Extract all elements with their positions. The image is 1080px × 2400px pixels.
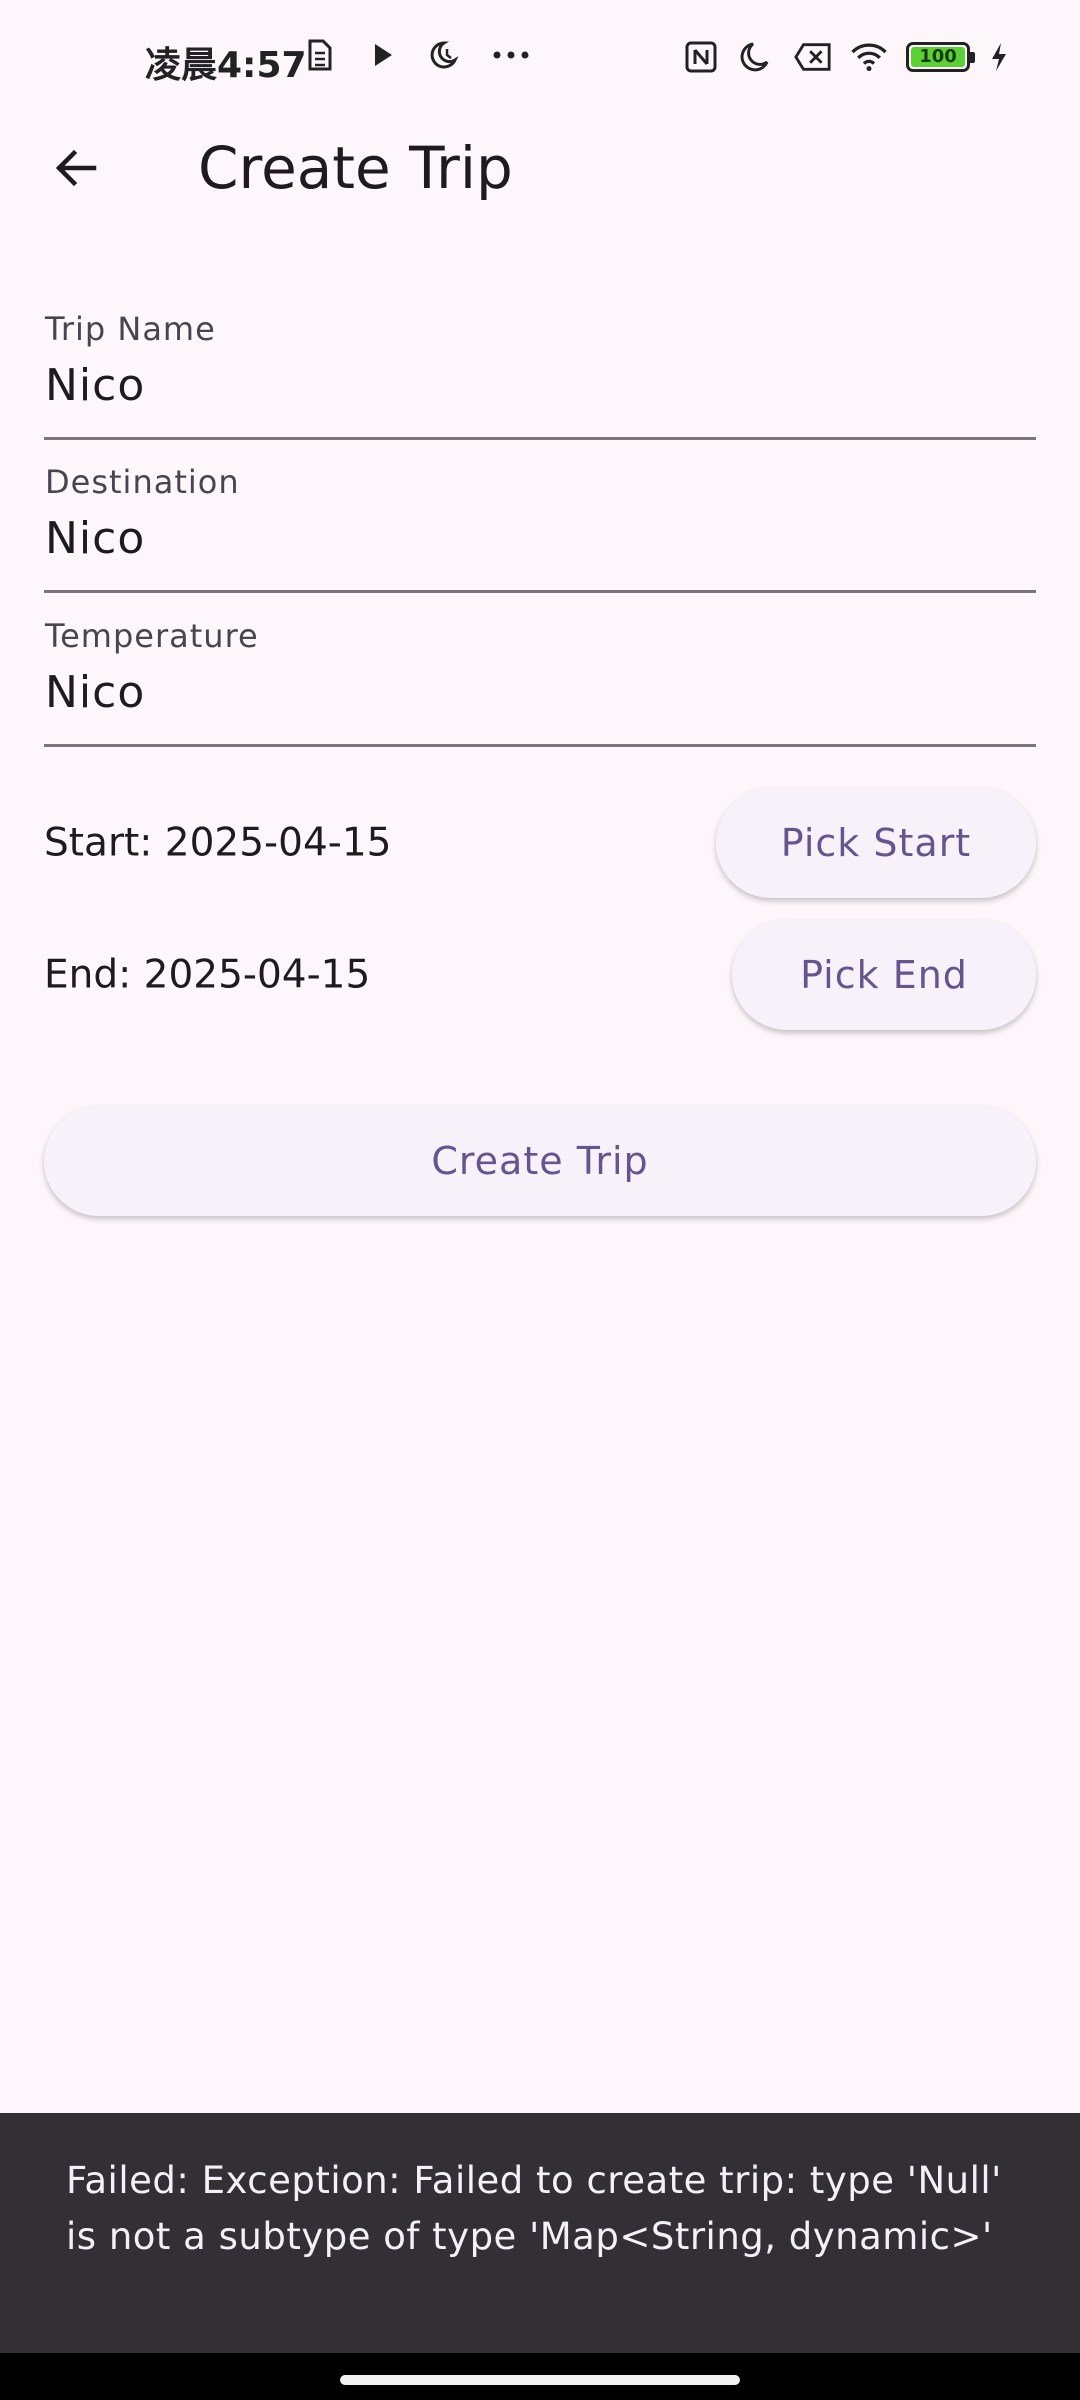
trip-name-value[interactable]: Nico (45, 360, 145, 411)
page-title: Create Trip (198, 134, 513, 202)
battery-icon: 100 (906, 42, 975, 72)
moon-clock-icon (428, 36, 466, 74)
status-right-icons: 100 (682, 38, 1010, 76)
wifi-icon (850, 38, 888, 76)
status-bar: 凌晨4:57 100 (0, 0, 1080, 120)
arrow-left-icon (52, 144, 100, 196)
back-button[interactable] (40, 134, 112, 206)
start-date-text: Start: 2025-04-15 (44, 820, 392, 866)
sim-icon (300, 36, 338, 74)
status-time: 凌晨4:57 (145, 45, 307, 86)
trip-name-field[interactable]: Trip Name Nico (44, 310, 1036, 440)
play-icon (364, 36, 402, 74)
app-bar: Create Trip (0, 120, 1080, 216)
pick-end-button[interactable]: Pick End (732, 920, 1036, 1030)
error-snackbar: Failed: Exception: Failed to create trip… (0, 2113, 1080, 2353)
destination-field[interactable]: Destination Nico (44, 463, 1036, 593)
more-dots-icon (492, 36, 530, 74)
battery-tip (970, 52, 975, 63)
status-left-icons (300, 36, 530, 74)
temperature-value[interactable]: Nico (45, 667, 145, 718)
destination-value[interactable]: Nico (45, 513, 145, 564)
nfc-icon (682, 38, 720, 76)
charging-icon (988, 38, 1010, 76)
navigation-bar (0, 2353, 1080, 2400)
end-date-row: End: 2025-04-15 Pick End (44, 920, 1036, 1030)
create-trip-button[interactable]: Create Trip (44, 1106, 1036, 1216)
moon-icon (738, 38, 776, 76)
temperature-field[interactable]: Temperature Nico (44, 617, 1036, 747)
start-date-row: Start: 2025-04-15 Pick Start (44, 788, 1036, 898)
temperature-label: Temperature (45, 617, 259, 655)
home-indicator[interactable] (340, 2375, 740, 2385)
no-sim-icon (794, 38, 832, 76)
trip-name-label: Trip Name (45, 310, 216, 348)
destination-label: Destination (45, 463, 240, 501)
snackbar-message: Failed: Exception: Failed to create trip… (66, 2159, 1002, 2258)
end-date-text: End: 2025-04-15 (44, 952, 371, 998)
battery-level: 100 (919, 46, 957, 67)
pick-start-button[interactable]: Pick Start (716, 788, 1036, 898)
